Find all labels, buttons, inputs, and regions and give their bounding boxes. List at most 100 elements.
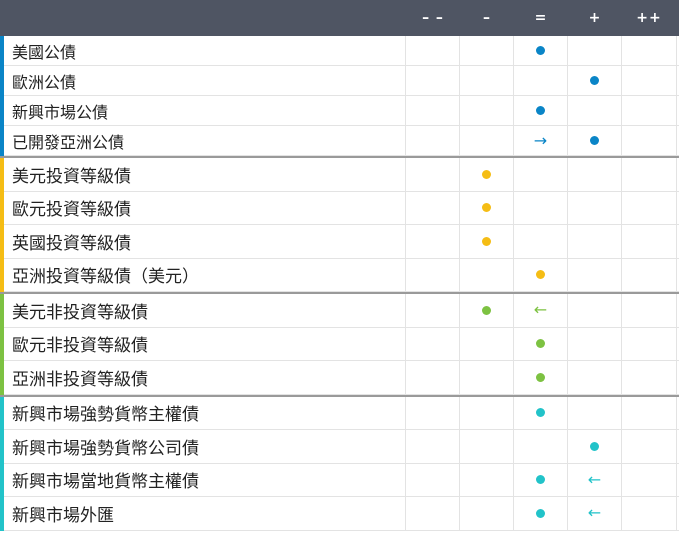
arrow-left-icon: ← bbox=[533, 300, 548, 320]
rating-cell bbox=[460, 327, 514, 360]
rating-cell bbox=[460, 497, 514, 530]
rating-cell bbox=[622, 191, 677, 224]
rating-cell: ← bbox=[514, 294, 568, 327]
rating-cell bbox=[460, 126, 514, 155]
position-dot-icon bbox=[590, 76, 599, 85]
table-row: 亞洲非投資等級債 bbox=[0, 361, 679, 395]
rating-cell bbox=[568, 361, 622, 394]
rating-cell bbox=[460, 396, 514, 429]
rating-cell bbox=[460, 158, 514, 191]
rating-cell bbox=[568, 126, 622, 155]
rating-cell bbox=[568, 66, 622, 95]
rating-cell bbox=[622, 396, 677, 429]
rating-cell bbox=[568, 36, 622, 65]
rating-cell bbox=[568, 225, 622, 258]
rating-cell bbox=[406, 497, 460, 530]
row-label: 新興市場強勢貨幣公司債 bbox=[0, 430, 406, 463]
rating-cell bbox=[460, 294, 514, 327]
rating-cell bbox=[460, 258, 514, 291]
rating-cell bbox=[514, 396, 568, 429]
rating-cell bbox=[514, 258, 568, 291]
header-col-under: – bbox=[483, 10, 491, 26]
rating-cell: → bbox=[514, 126, 568, 155]
header-col-strong-over: ++ bbox=[636, 10, 662, 26]
rating-cell bbox=[622, 36, 677, 65]
table-row: 英國投資等級債 bbox=[0, 225, 679, 259]
table-group: 美元非投資等級債 ← 歐元非投資等級債 亞洲非投資等級債 bbox=[0, 292, 679, 395]
table-row: 新興市場當地貨幣主權債 ← bbox=[0, 463, 679, 497]
table-body: 美國公債 歐洲公債 新興市場公債 已開發亞洲公債 → 美元投資等級債 歐元投資等級債 英國投資… bbox=[0, 36, 679, 531]
rating-cell bbox=[622, 294, 677, 327]
row-label: 美元非投資等級債 bbox=[0, 294, 406, 327]
rating-cell bbox=[514, 96, 568, 125]
table-row: 新興市場強勢貨幣主權債 bbox=[0, 396, 679, 430]
position-dot-icon bbox=[536, 372, 545, 382]
rating-cell bbox=[406, 294, 460, 327]
rating-cell bbox=[406, 96, 460, 125]
rating-cell bbox=[406, 126, 460, 155]
header-col-over: + bbox=[588, 10, 602, 26]
position-dot-icon bbox=[482, 203, 491, 213]
arrow-left-icon: ← bbox=[587, 503, 602, 523]
allocation-table: – – – = + ++ 美國公債 歐洲公債 新興市場公債 已開發亞洲公債 → 美元投資等… bbox=[0, 0, 679, 531]
row-label: 新興市場強勢貨幣主權債 bbox=[0, 396, 406, 429]
row-label: 歐洲公債 bbox=[0, 66, 406, 95]
row-label: 亞洲非投資等級債 bbox=[0, 361, 406, 394]
rating-cell bbox=[514, 191, 568, 224]
rating-cell bbox=[406, 66, 460, 95]
rating-cell: ← bbox=[568, 463, 622, 496]
table-row: 新興市場公債 bbox=[0, 96, 679, 126]
group-color-bar bbox=[0, 294, 4, 395]
rating-cell bbox=[622, 463, 677, 496]
rating-cell bbox=[406, 361, 460, 394]
rating-cell bbox=[568, 96, 622, 125]
group-color-bar bbox=[0, 158, 4, 292]
rating-cell bbox=[460, 361, 514, 394]
position-dot-icon bbox=[536, 475, 545, 485]
group-color-bar bbox=[0, 36, 4, 156]
rating-cell bbox=[406, 158, 460, 191]
rating-cell bbox=[406, 225, 460, 258]
rating-cell bbox=[406, 430, 460, 463]
row-label: 美國公債 bbox=[0, 36, 406, 65]
rating-cell bbox=[514, 463, 568, 496]
arrow-right-icon: → bbox=[533, 130, 548, 150]
rating-cell bbox=[622, 497, 677, 530]
rating-cell bbox=[406, 463, 460, 496]
rating-cell bbox=[622, 96, 677, 125]
position-dot-icon bbox=[590, 136, 599, 145]
row-label: 歐元非投資等級債 bbox=[0, 327, 406, 360]
row-label: 英國投資等級債 bbox=[0, 225, 406, 258]
arrow-left-icon: ← bbox=[587, 469, 602, 489]
position-dot-icon bbox=[536, 106, 545, 115]
rating-cell bbox=[460, 225, 514, 258]
rating-cell bbox=[568, 191, 622, 224]
table-group: 新興市場強勢貨幣主權債 新興市場強勢貨幣公司債 新興市場當地貨幣主權債 ← 新興市場外匯… bbox=[0, 394, 679, 531]
rating-cell bbox=[514, 66, 568, 95]
rating-cell bbox=[406, 396, 460, 429]
rating-cell bbox=[514, 327, 568, 360]
rating-cell bbox=[406, 327, 460, 360]
rating-cell bbox=[406, 36, 460, 65]
rating-cell bbox=[568, 294, 622, 327]
position-dot-icon bbox=[536, 508, 545, 518]
header-col-neutral: = bbox=[534, 10, 548, 26]
table-row: 美國公債 bbox=[0, 36, 679, 66]
position-dot-icon bbox=[536, 408, 545, 418]
rating-cell bbox=[406, 191, 460, 224]
rating-cell bbox=[514, 225, 568, 258]
rating-cell bbox=[406, 258, 460, 291]
rating-cell bbox=[460, 463, 514, 496]
table-row: 已開發亞洲公債 → bbox=[0, 126, 679, 156]
rating-cell bbox=[568, 430, 622, 463]
rating-cell bbox=[460, 430, 514, 463]
rating-cell bbox=[514, 497, 568, 530]
table-row: 歐洲公債 bbox=[0, 66, 679, 96]
rating-cell bbox=[514, 430, 568, 463]
position-dot-icon bbox=[590, 441, 599, 451]
rating-cell bbox=[622, 327, 677, 360]
position-dot-icon bbox=[536, 46, 545, 55]
rating-cell bbox=[568, 396, 622, 429]
rating-cell: ← bbox=[568, 497, 622, 530]
row-label: 亞洲投資等級債（美元） bbox=[0, 258, 406, 291]
